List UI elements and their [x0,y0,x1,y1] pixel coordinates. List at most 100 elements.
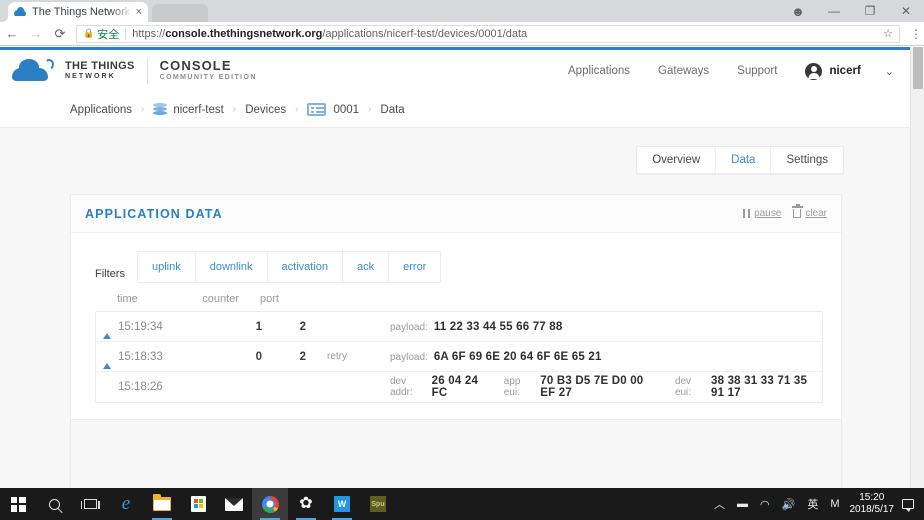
ime-mode-icon[interactable]: M [830,498,839,510]
user-menu[interactable]: nicerf ⌄ [805,63,894,80]
tab-close-icon[interactable]: × [136,6,142,18]
pause-icon [743,209,750,218]
filter-ack[interactable]: ack [343,251,389,283]
battery-icon[interactable]: ▬ [737,498,748,510]
minimize-button[interactable]: — [816,0,852,22]
notification-icon[interactable] [902,499,914,509]
chevron-down-icon[interactable]: ⌄ [885,65,894,78]
row-fields: dev addr: 26 04 24 FC app eui: 70 B3 D5 … [368,375,822,399]
breadcrumb-device-id[interactable]: 0001 [333,104,359,116]
window-controls: ☻ — ❐ ✕ [780,0,924,22]
new-tab-button[interactable] [152,4,208,22]
card-actions: pause clear [731,208,827,219]
url-path: /applications/nicerf-test/devices/0001/d… [322,28,527,40]
taskbar-store[interactable] [180,488,216,520]
scrollbar-thumb[interactable] [913,47,923,89]
task-view-button[interactable] [72,488,108,520]
wifi-icon[interactable]: ◠ [760,498,770,511]
taskbar-clock[interactable]: 15:20 2018/5/17 [850,492,895,516]
field-value: 11 22 33 44 55 66 77 88 [434,321,563,333]
card-header: APPLICATION DATA pause clear [71,195,841,233]
row-field: payload: 11 22 33 44 55 66 77 88 [390,321,562,333]
avatar-icon [805,63,822,80]
tab-settings[interactable]: Settings [771,147,843,173]
triangle-up-icon [96,351,118,363]
field-value: 70 B3 D5 7E D0 00 EF 27 [540,375,659,399]
page-scrollbar[interactable] [910,47,924,488]
profile-icon[interactable]: ☻ [780,0,816,22]
taskbar-mail[interactable] [216,488,252,520]
filter-downlink[interactable]: downlink [196,251,268,283]
column-header-port: port [239,293,283,305]
taskbar-olive-app[interactable]: Spu [360,488,396,520]
browser-menu-icon[interactable]: ⋮ [908,27,924,41]
taskbar-search[interactable] [36,488,72,520]
row-time: 15:19:34 [118,321,196,333]
breadcrumb-applications[interactable]: Applications [70,104,132,116]
logo-line-1: THE THINGS [65,61,135,72]
clear-button[interactable]: clear [793,208,827,219]
taskbar-chrome[interactable] [252,488,288,520]
tray-expand-icon[interactable]: ︿ [714,496,725,512]
table-row[interactable]: 15:18:26 dev addr: 26 04 24 FC app [96,372,822,402]
filter-activation[interactable]: activation [268,251,343,283]
breadcrumb-separator: › [233,104,236,115]
nav-applications[interactable]: Applications [568,65,630,77]
breadcrumb: Applications › nicerf-test › Devices › 0… [0,92,910,128]
pause-label: pause [754,208,781,219]
tab-overview[interactable]: Overview [637,147,716,173]
taskbar-edge[interactable]: e [108,488,144,520]
breadcrumb-application-name[interactable]: nicerf-test [173,104,224,116]
row-time: 15:18:26 [118,381,196,393]
nav-gateways[interactable]: Gateways [658,65,709,77]
breadcrumb-separator: › [295,104,298,115]
field-key: payload: [390,352,428,363]
breadcrumb-devices[interactable]: Devices [245,104,286,116]
stack-icon [153,103,167,117]
task-view-icon [84,499,97,509]
volume-icon[interactable]: 🔊 [782,498,796,511]
secure-label: 安全 [97,26,119,42]
table-row[interactable]: 15:19:34 1 2 payload: 11 22 33 44 55 66 … [96,312,822,342]
cloud-logo-icon [12,59,56,83]
maximize-button[interactable]: ❐ [852,0,888,22]
row-field: dev addr: 26 04 24 FC [390,375,488,399]
mail-icon [225,498,243,511]
close-button[interactable]: ✕ [888,0,924,22]
taskbar-file-explorer[interactable] [144,488,180,520]
row-field: app eui: 70 B3 D5 7E D0 00 EF 27 [504,375,659,399]
card-body: Filters uplink downlink activation ack e… [71,233,841,488]
start-button[interactable] [0,488,36,520]
edge-icon: e [122,493,130,515]
url-prefix: https:// [132,28,165,40]
taskbar-blue-app[interactable]: W [324,488,360,520]
browser-tab[interactable]: The Things Network Co × [8,2,148,22]
field-key: dev eui: [675,376,705,398]
bookmark-star-icon[interactable]: ☆ [883,27,893,40]
taskbar-settings[interactable]: ✿ [288,488,324,520]
filter-uplink[interactable]: uplink [137,251,196,283]
filter-error[interactable]: error [389,251,441,283]
table-row[interactable]: 15:18:33 0 2 retry payload: 6A 6F 69 6E … [96,342,822,372]
filter-buttons: uplink downlink activation ack error [137,251,441,283]
field-value: 38 38 31 33 71 35 91 17 [711,375,822,399]
field-key: dev addr: [390,376,426,398]
screen: The Things Network Co × ☻ — ❐ ✕ ← → ⟳ 🔒 … [0,0,924,520]
ime-language-icon[interactable]: 英 [807,496,818,512]
tab-data[interactable]: Data [716,147,771,173]
lightning-bolt-icon [96,381,118,393]
row-counter: 1 [196,321,262,333]
ttn-logo[interactable]: THE THINGS NETWORK CONSOLE COMMUNITY EDI… [12,58,257,84]
clear-label: clear [805,208,827,219]
back-icon[interactable]: ← [0,22,24,46]
reload-icon[interactable]: ⟳ [48,22,72,46]
address-bar[interactable]: 🔒 安全 https:// console.thethingsnetwork.o… [76,25,900,43]
row-flag: retry [306,351,368,362]
pause-button[interactable]: pause [743,208,781,219]
header-nav: Applications Gateways Support nicerf ⌄ [568,63,910,80]
url-domain: console.thethingsnetwork.org [165,28,322,40]
table-rows: 15:19:34 1 2 payload: 11 22 33 44 55 66 … [95,311,823,403]
forward-icon[interactable]: → [24,22,48,46]
data-table: time counter port 15:19:34 1 2 [71,283,841,403]
nav-support[interactable]: Support [737,65,777,77]
